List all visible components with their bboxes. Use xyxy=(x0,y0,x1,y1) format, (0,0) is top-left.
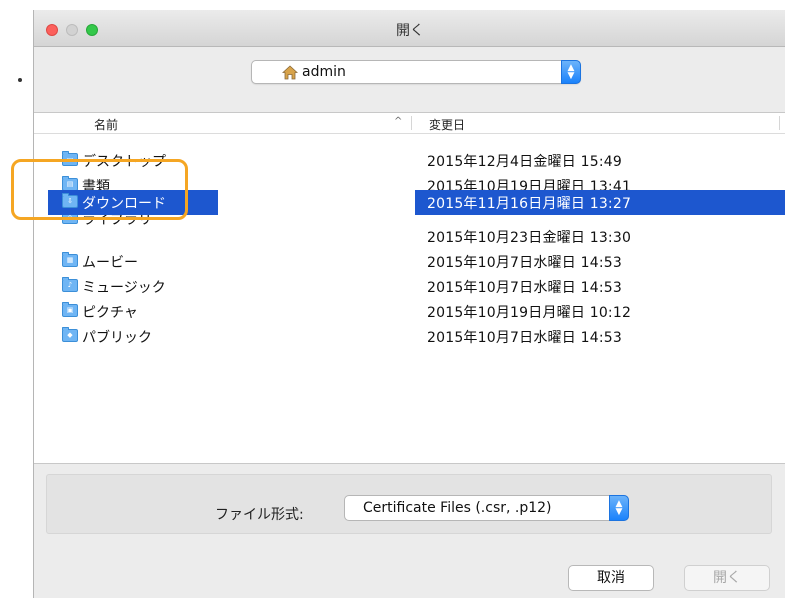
file-row-documents[interactable]: ▤ 書類 2015年10月19日月曜日 13:41 xyxy=(34,173,785,190)
file-format-area: ファイル形式: Certificate Files (.csr, .p12) ▲… xyxy=(46,474,772,534)
dialog-title: 開く xyxy=(396,23,424,39)
column-divider[interactable] xyxy=(411,116,412,130)
file-name: 書類 xyxy=(82,179,110,190)
file-date: 2015年11月16日月曜日 13:27 xyxy=(427,196,632,212)
library-folder-icon: ⌂ xyxy=(62,215,78,224)
documents-folder-icon: ▤ xyxy=(62,176,78,190)
file-format-value: Certificate Files (.csr, .p12) xyxy=(363,500,552,516)
name-column-header[interactable]: 名前 xyxy=(94,116,118,133)
file-name: ミュージック xyxy=(82,280,166,296)
column-divider[interactable] xyxy=(779,116,780,130)
title-bar: 開く xyxy=(34,10,785,47)
sort-indicator-icon: ^ xyxy=(394,116,403,127)
file-name: パブリック xyxy=(82,330,152,346)
file-list[interactable]: 名前 ^ 変更日 ▭ デスクトップ 2015年12月4日金曜日 15:49 ▤ … xyxy=(34,113,785,464)
file-name: ピクチャ xyxy=(82,305,138,321)
location-popup[interactable]: admin ▲ ▼ xyxy=(251,60,581,84)
movies-folder-icon: ▦ xyxy=(62,252,78,267)
location-label: admin xyxy=(302,64,346,80)
music-folder-icon: ♪ xyxy=(62,277,78,292)
desktop-folder-icon: ▭ xyxy=(62,151,78,166)
public-folder-icon: ◆ xyxy=(62,327,78,342)
file-date: 2015年10月23日金曜日 13:30 xyxy=(427,230,632,246)
open-button[interactable]: 開く xyxy=(684,565,770,591)
file-date: 2015年10月19日月曜日 13:41 xyxy=(427,179,632,190)
file-format-select[interactable]: Certificate Files (.csr, .p12) ▲ ▼ xyxy=(344,495,629,521)
open-dialog: 開く admin ▲ ▼ 名前 ^ 変更日 ▭ デスクトップ 2015年12月4日… xyxy=(33,10,785,598)
column-header: 名前 ^ 変更日 xyxy=(34,113,785,134)
file-name: ムービー xyxy=(82,255,138,271)
file-row-public[interactable]: ◆ パブリック 2015年10月7日水曜日 14:53 xyxy=(34,324,785,349)
file-name: ダウンロード xyxy=(82,196,166,212)
cancel-button[interactable]: 取消 xyxy=(568,565,654,591)
home-icon xyxy=(281,65,299,84)
file-row-downloads[interactable]: ⇩ ダウンロード 2015年11月16日月曜日 13:27 xyxy=(34,190,785,215)
date-column-header[interactable]: 変更日 xyxy=(429,116,465,133)
select-stepper-icon: ▲ ▼ xyxy=(609,495,629,521)
file-row-library-date[interactable]: 2015年10月23日金曜日 13:30 xyxy=(34,224,785,249)
downloads-folder-icon: ⇩ xyxy=(62,193,78,208)
file-date: 2015年10月7日水曜日 14:53 xyxy=(427,280,622,296)
file-date: 2015年10月19日月曜日 10:12 xyxy=(427,305,632,321)
file-date: 2015年10月7日水曜日 14:53 xyxy=(427,330,622,346)
file-row-movies[interactable]: ▦ ムービー 2015年10月7日水曜日 14:53 xyxy=(34,249,785,274)
pictures-folder-icon: ▣ xyxy=(62,302,78,317)
file-row-music[interactable]: ♪ ミュージック 2015年10月7日水曜日 14:53 xyxy=(34,274,785,299)
location-bar: admin ▲ ▼ xyxy=(34,47,785,113)
file-date: 2015年10月7日水曜日 14:53 xyxy=(427,255,622,271)
popup-stepper-icon: ▲ ▼ xyxy=(561,60,581,84)
file-row-desktop[interactable]: ▭ デスクトップ 2015年12月4日金曜日 15:49 xyxy=(34,148,785,173)
background-bullet xyxy=(18,78,22,82)
file-format-label: ファイル形式: xyxy=(215,507,304,523)
file-name: デスクトップ xyxy=(82,154,166,170)
file-date: 2015年12月4日金曜日 15:49 xyxy=(427,154,622,170)
dialog-footer: ファイル形式: Certificate Files (.csr, .p12) ▲… xyxy=(34,464,785,598)
file-row-pictures[interactable]: ▣ ピクチャ 2015年10月19日月曜日 10:12 xyxy=(34,299,785,324)
